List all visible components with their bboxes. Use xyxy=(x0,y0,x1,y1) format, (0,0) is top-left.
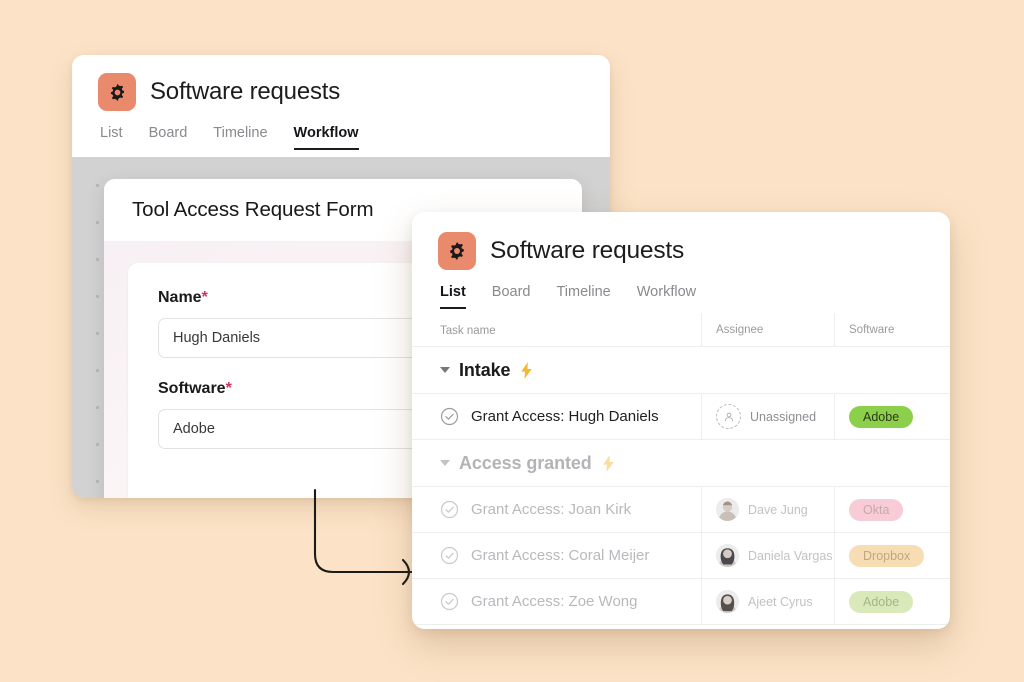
tab-workflow[interactable]: Workflow xyxy=(637,284,696,309)
lightning-bolt-icon xyxy=(601,455,616,472)
front-window-title-row: Software requests xyxy=(438,232,924,270)
tab-timeline[interactable]: Timeline xyxy=(213,125,267,150)
front-window-header: Software requests List Board Timeline Wo… xyxy=(412,212,950,309)
screenshot-stage: Software requests List Board Timeline Wo… xyxy=(0,0,1024,682)
cell-task-name: Grant Access: Coral Meijer xyxy=(412,546,701,565)
front-window-software-requests: Software requests List Board Timeline Wo… xyxy=(412,212,950,629)
cell-software[interactable]: Adobe xyxy=(834,579,950,625)
task-name-label: Grant Access: Joan Kirk xyxy=(471,501,631,518)
name-input-value: Hugh Daniels xyxy=(173,330,260,346)
name-label-text: Name xyxy=(158,289,202,306)
table-header-row: Task name Assignee Software xyxy=(412,313,950,347)
software-required-asterisk: * xyxy=(226,380,232,397)
tab-list[interactable]: List xyxy=(100,125,123,150)
task-name-label: Grant Access: Zoe Wong xyxy=(471,593,637,610)
assignee-name-label: Ajeet Cyrus xyxy=(748,595,813,609)
cell-assignee[interactable]: Daniela Vargas xyxy=(701,533,834,579)
software-input-value: Adobe xyxy=(173,421,215,437)
check-circle-icon[interactable] xyxy=(440,500,459,519)
avatar xyxy=(716,498,739,521)
column-header-software-label: Software xyxy=(849,324,894,336)
tab-board[interactable]: Board xyxy=(149,125,188,150)
cell-assignee[interactable]: Dave Jung xyxy=(701,487,834,533)
avatar xyxy=(716,590,739,613)
name-required-asterisk: * xyxy=(202,289,208,306)
tab-workflow[interactable]: Workflow xyxy=(294,125,359,150)
group-name-label: Access granted xyxy=(459,453,592,474)
unassigned-avatar xyxy=(716,404,741,429)
cell-assignee[interactable]: Unassigned xyxy=(701,394,834,440)
group-header-intake[interactable]: Intake xyxy=(412,347,950,394)
status-badge: Dropbox xyxy=(849,545,924,567)
front-window-title: Software requests xyxy=(490,237,684,265)
assignee-name-label: Dave Jung xyxy=(748,503,808,517)
task-list-table: Task name Assignee Software Intake xyxy=(412,313,950,629)
back-window-tabs: List Board Timeline Workflow xyxy=(98,125,584,150)
tab-timeline[interactable]: Timeline xyxy=(556,284,610,309)
back-window-header: Software requests List Board Timeline Wo… xyxy=(72,55,610,150)
lightning-bolt-icon xyxy=(519,362,534,379)
column-header-task-name: Task name xyxy=(412,321,701,339)
cell-task-name: Grant Access: Hugh Daniels xyxy=(412,407,701,426)
cell-assignee[interactable]: Ajeet Cyrus xyxy=(701,579,834,625)
task-name-label: Grant Access: Coral Meijer xyxy=(471,547,649,564)
table-row[interactable]: Grant Access: Zoe Wong Ajeet Cyrus xyxy=(412,579,950,625)
task-name-label: Grant Access: Hugh Daniels xyxy=(471,408,659,425)
table-row[interactable]: Grant Access: Hugh Daniels Unassigned Ad… xyxy=(412,394,950,440)
column-header-software: Software xyxy=(834,313,950,346)
back-window-title-row: Software requests xyxy=(98,73,584,111)
check-circle-icon[interactable] xyxy=(440,592,459,611)
assignee-name-label: Unassigned xyxy=(750,410,816,424)
gear-icon xyxy=(98,73,136,111)
table-row[interactable]: Grant Access: Joan Kirk Dave Jung xyxy=(412,487,950,533)
form-title: Tool Access Request Form xyxy=(132,198,373,222)
cell-software[interactable]: Okta xyxy=(834,487,950,533)
status-badge: Adobe xyxy=(849,406,913,428)
tab-board[interactable]: Board xyxy=(492,284,531,309)
chevron-down-icon[interactable] xyxy=(440,460,450,466)
column-header-task-name-label: Task name xyxy=(440,325,496,337)
cell-task-name: Grant Access: Joan Kirk xyxy=(412,500,701,519)
group-header-access-granted[interactable]: Access granted xyxy=(412,440,950,487)
column-header-assignee: Assignee xyxy=(701,313,834,346)
tab-list[interactable]: List xyxy=(440,284,466,309)
status-badge: Okta xyxy=(849,499,903,521)
assignee-name-label: Daniela Vargas xyxy=(748,549,833,563)
status-badge: Adobe xyxy=(849,591,913,613)
cell-task-name: Grant Access: Zoe Wong xyxy=(412,592,701,611)
avatar xyxy=(716,544,739,567)
table-row[interactable]: Grant Access: Coral Meijer Daniela Varga… xyxy=(412,533,950,579)
chevron-down-icon[interactable] xyxy=(440,367,450,373)
cell-software[interactable]: Dropbox xyxy=(834,533,950,579)
gear-icon xyxy=(438,232,476,270)
cell-software[interactable]: Adobe xyxy=(834,394,950,440)
front-window-tabs: List Board Timeline Workflow xyxy=(438,284,924,309)
software-label-text: Software xyxy=(158,380,226,397)
check-circle-icon[interactable] xyxy=(440,546,459,565)
column-header-assignee-label: Assignee xyxy=(716,324,763,336)
check-circle-icon[interactable] xyxy=(440,407,459,426)
group-name-label: Intake xyxy=(459,360,510,381)
back-window-title: Software requests xyxy=(150,78,340,106)
